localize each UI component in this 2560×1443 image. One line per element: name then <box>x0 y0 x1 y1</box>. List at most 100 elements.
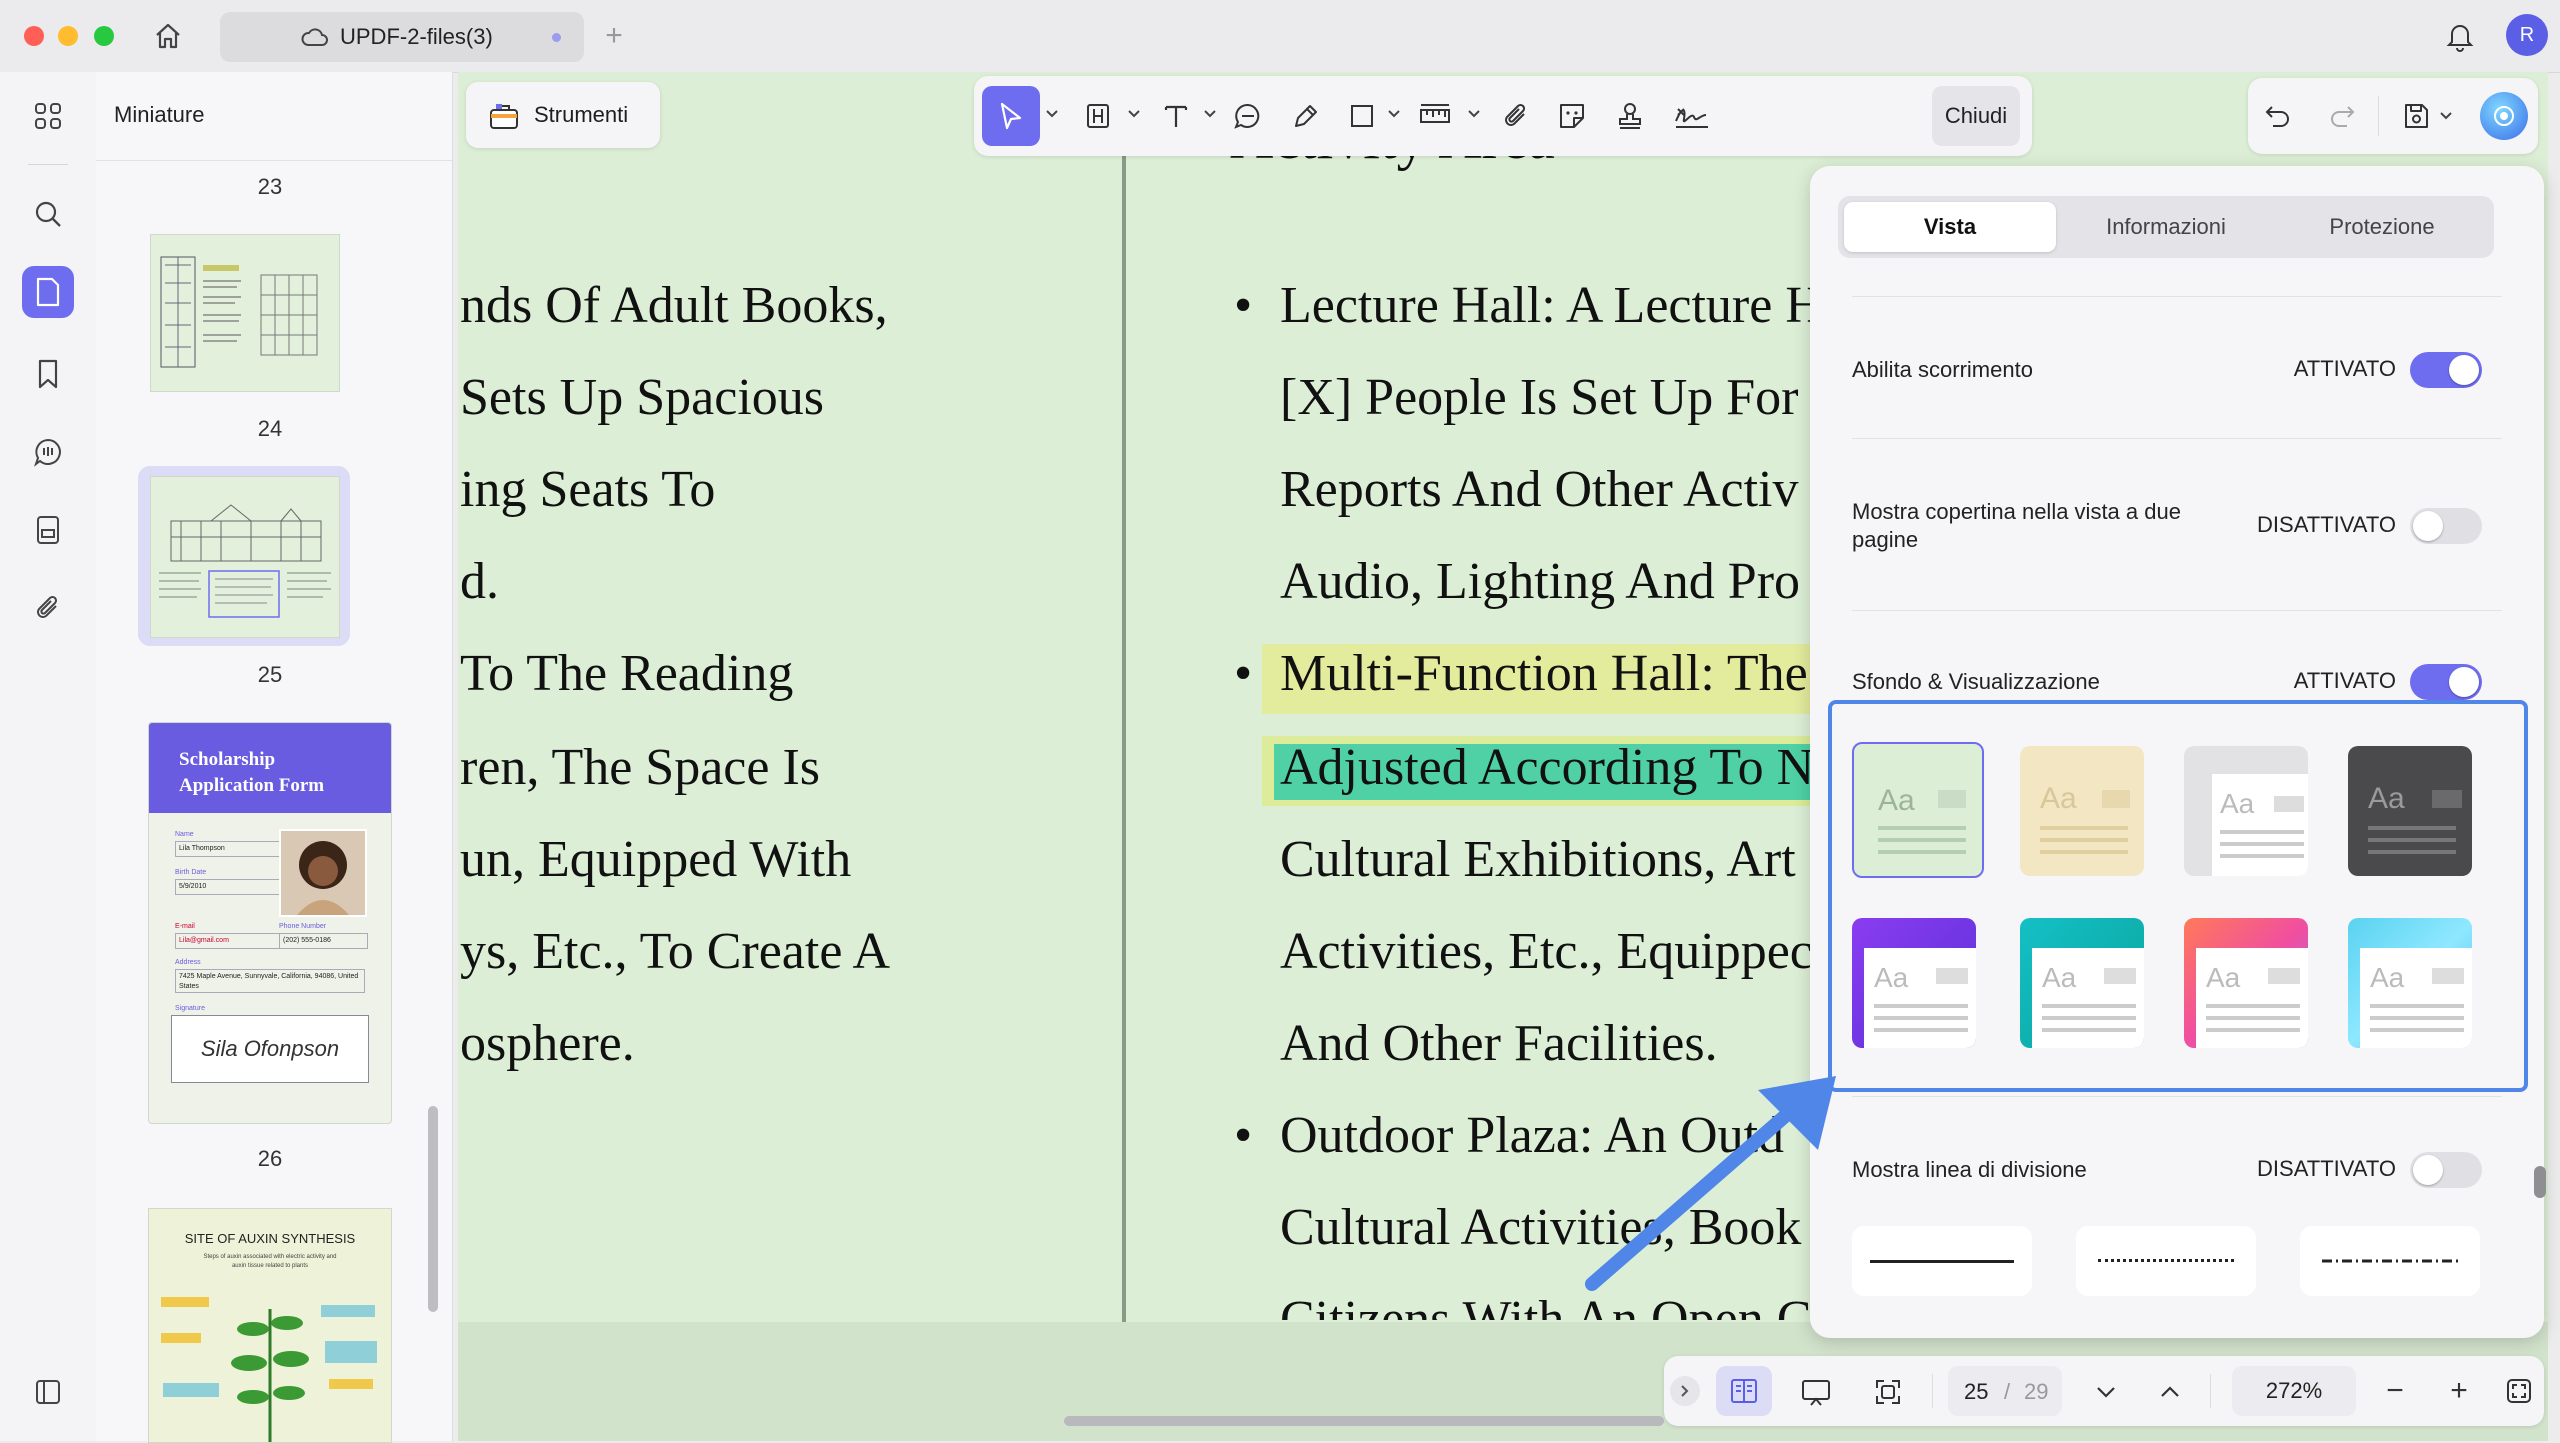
close-toolbar-button[interactable]: Chiudi <box>1932 86 2020 146</box>
theme-swatch-gray[interactable]: Aa <box>2184 746 2308 876</box>
doc-line: Sets Up Spacious <box>460 369 824 426</box>
zoom-level[interactable]: 272% <box>2232 1366 2356 1416</box>
doc-line: Cultural Exhibitions, Art <box>1280 831 1796 888</box>
thumbnails-icon[interactable] <box>22 266 74 318</box>
highlight-tool-icon[interactable] <box>1078 96 1118 136</box>
toolbar-divider <box>2210 1374 2211 1408</box>
signature-tool-icon[interactable] <box>1668 96 1716 136</box>
text-tool-icon[interactable] <box>1156 96 1196 136</box>
attach-tool-icon[interactable] <box>1496 96 1536 136</box>
comment-tool-icon[interactable] <box>1228 96 1268 136</box>
page-split-line <box>1122 144 1126 1384</box>
fit-page-icon[interactable] <box>2500 1372 2538 1410</box>
scroll-setting-state: ATTIVATO <box>2293 356 2396 381</box>
thumbnail-scrollbar[interactable] <box>428 1106 438 1312</box>
tab-protezione[interactable]: Protezione <box>2276 202 2488 252</box>
chevron-right-icon[interactable] <box>1670 1376 1700 1406</box>
attachment-icon[interactable] <box>28 588 68 628</box>
unsaved-dot <box>552 33 561 42</box>
theme-swatch-sunset[interactable]: Aa <box>2184 918 2308 1048</box>
stamp-tool-icon[interactable] <box>1610 96 1650 136</box>
forms-icon[interactable] <box>28 510 68 550</box>
theme-swatch-sky[interactable]: Aa <box>2348 918 2472 1048</box>
apps-grid-icon[interactable] <box>28 96 68 136</box>
select-tool-icon[interactable] <box>982 86 1040 146</box>
cover-setting-state: DISATTIVATO <box>2257 512 2396 537</box>
line-style-solid[interactable] <box>1852 1226 2032 1296</box>
new-tab-button[interactable]: + <box>596 18 632 54</box>
page-thumbnail-24[interactable] <box>150 476 340 638</box>
chevron-down-icon[interactable] <box>1464 104 1484 124</box>
tab-vista[interactable]: Vista <box>1844 202 2056 252</box>
maximize-window-button[interactable] <box>94 26 114 46</box>
chevron-down-icon[interactable] <box>2436 106 2456 126</box>
document-tab[interactable]: UPDF-2-files(3) <box>220 12 584 62</box>
background-toggle[interactable] <box>2410 664 2482 700</box>
theme-swatch-beige[interactable]: Aa <box>2020 746 2144 876</box>
total-pages: 29 <box>2024 1379 2049 1404</box>
chevron-down-icon[interactable] <box>1200 104 1220 124</box>
page-thumbnail-25[interactable]: Scholarship Application Form Name Lila T… <box>148 722 392 1124</box>
rail-divider <box>28 164 68 165</box>
redo-icon[interactable] <box>2322 96 2362 136</box>
page-thumbnail-26[interactable]: SITE OF AUXIN SYNTHESIS Steps of auxin a… <box>148 1208 392 1443</box>
pane-title: Miniature <box>114 102 205 127</box>
line-style-dotted[interactable] <box>2076 1226 2256 1296</box>
horizontal-scrollbar[interactable] <box>1064 1416 1664 1426</box>
home-icon[interactable] <box>148 16 188 56</box>
theme-swatch-teal[interactable]: Aa <box>2020 918 2144 1048</box>
presentation-icon[interactable] <box>1794 1370 1838 1414</box>
panel-scrollbar[interactable] <box>2534 1166 2546 1198</box>
thumbnail-subtitle: Steps of auxin associated with electric … <box>203 1254 337 1269</box>
chevron-down-icon[interactable] <box>1042 104 1062 124</box>
thumb-field-value: Lila Thompson <box>175 841 280 857</box>
line-style-dash-dot[interactable] <box>2300 1226 2480 1296</box>
rectangle-tool-icon[interactable] <box>1342 96 1382 136</box>
doc-line: Adjusted According To N <box>1280 739 1815 796</box>
page-input[interactable]: 25 / 29 <box>1948 1366 2062 1416</box>
cover-toggle[interactable] <box>2410 508 2482 544</box>
divider-toggle[interactable] <box>2410 1152 2482 1188</box>
bell-icon[interactable] <box>2440 16 2480 56</box>
toolbar-divider <box>1932 1374 1933 1408</box>
thumb-field-label: Name <box>175 831 194 838</box>
tab-informazioni[interactable]: Informazioni <box>2060 202 2272 252</box>
pen-tool-icon[interactable] <box>1286 96 1326 136</box>
theme-swatch-purple[interactable]: Aa <box>1852 918 1976 1048</box>
previous-page-icon[interactable] <box>2152 1374 2188 1410</box>
chevron-down-icon[interactable] <box>1124 104 1144 124</box>
sticker-tool-icon[interactable] <box>1552 96 1592 136</box>
next-page-icon[interactable] <box>2088 1374 2124 1410</box>
measure-tool-icon[interactable] <box>1412 96 1458 136</box>
save-icon[interactable] <box>2396 96 2436 136</box>
ai-assistant-icon[interactable] <box>2480 92 2528 140</box>
scroll-toggle[interactable] <box>2410 352 2482 388</box>
theme-swatch-green[interactable]: Aa <box>1852 742 1984 878</box>
fullscreen-icon[interactable] <box>1866 1370 1910 1414</box>
doc-line: un, Equipped With <box>460 831 852 888</box>
tools-button[interactable]: Strumenti <box>466 82 660 148</box>
zoom-in-button[interactable]: + <box>2440 1372 2478 1410</box>
history-toolbar <box>2248 78 2538 154</box>
close-window-button[interactable] <box>24 26 44 46</box>
doc-line: ing Seats To <box>460 461 716 518</box>
page-label: 24 <box>257 416 283 441</box>
comments-icon[interactable] <box>28 432 68 472</box>
theme-swatch-dark[interactable]: Aa <box>2348 746 2472 876</box>
doc-line: d. <box>460 553 499 610</box>
minimize-window-button[interactable] <box>58 26 78 46</box>
search-icon[interactable] <box>28 194 68 234</box>
swatch-sample-text: Aa <box>1878 784 1915 817</box>
avatar[interactable]: R <box>2506 14 2548 56</box>
sidebar-toggle-icon[interactable] <box>28 1372 68 1412</box>
bookmark-icon[interactable] <box>28 354 68 394</box>
callout-arrow <box>1585 1076 1836 1291</box>
title-bar: UPDF-2-files(3) + R <box>0 0 2560 73</box>
scroll-setting-label: Abilita scorrimento <box>1852 357 2033 382</box>
doc-line: ys, Etc., To Create A <box>460 923 891 980</box>
zoom-out-button[interactable]: − <box>2376 1372 2414 1410</box>
chevron-down-icon[interactable] <box>1384 104 1404 124</box>
undo-icon[interactable] <box>2258 96 2298 136</box>
page-thumbnail-23[interactable] <box>150 234 340 392</box>
reading-mode-icon[interactable] <box>1716 1366 1772 1416</box>
